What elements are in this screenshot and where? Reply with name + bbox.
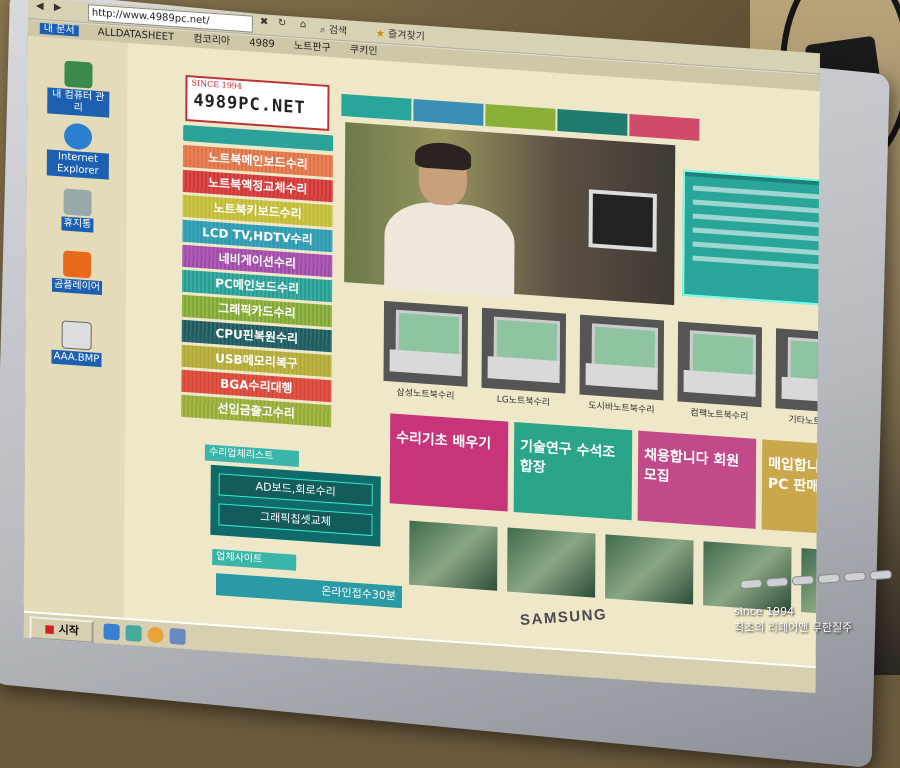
notice-line[interactable] [692, 199, 820, 214]
service-menu: 노트북메인보드수리 노트북액정교체수리 노트북키보드수리 LCD TV,HDTV… [181, 124, 334, 430]
tab[interactable] [557, 109, 628, 136]
windows-logo-icon: ■ [44, 622, 55, 636]
tab[interactable] [485, 103, 556, 131]
person-figure [384, 141, 515, 298]
sub-heading: 업체사이트 [212, 548, 297, 571]
website-page: SINCE 1994 4989PC.NET 노트북메인보드수리 노트북액정교체수… [123, 42, 820, 667]
desktop-icon-trash[interactable]: 휴지통 [46, 187, 108, 233]
desktop-icon-my-computer[interactable]: 내 컴퓨터 관리 [47, 59, 110, 118]
back-icon[interactable]: ◀ [36, 1, 44, 13]
notice-line[interactable] [692, 241, 820, 256]
quicklaunch-desktop-icon[interactable] [125, 624, 142, 642]
tab[interactable] [629, 114, 700, 141]
hero-photo [344, 122, 676, 306]
star-icon: ★ [375, 28, 385, 40]
sub-menu-box: AD보드,회로수리 그래픽칩셋교체 [210, 464, 381, 547]
promo-banners: 수리기초 배우기 기술연구 수석조합장 채용합니다 회원모집 매입합니다 중고P… [389, 413, 820, 538]
promo-banner[interactable]: 수리기초 배우기 [389, 413, 509, 512]
promo-banner[interactable]: 기술연구 수석조합장 [513, 421, 633, 521]
notice-line[interactable] [692, 185, 820, 200]
photo-caption: since 1994 최초의 리페어맨 무한질주 [734, 604, 852, 636]
desktop-icon-bmp[interactable]: AAA.BMP [45, 319, 107, 368]
internet-explorer-icon [63, 122, 93, 151]
search-button[interactable]: ⌕ 검색 [320, 20, 347, 37]
notice-header [685, 171, 820, 187]
pcb-photo[interactable] [605, 534, 694, 605]
trash-icon [63, 188, 92, 217]
laptop-thumb[interactable]: 도시바노트북수리 [579, 314, 665, 417]
monitor-button[interactable] [817, 573, 841, 584]
image-file-icon [61, 320, 92, 351]
tab[interactable] [341, 93, 412, 121]
monitor-in-photo [588, 189, 657, 252]
link-item[interactable]: 4989 [249, 37, 275, 50]
sub-menu-item[interactable]: AD보드,회로수리 [218, 473, 373, 507]
forward-icon[interactable]: ▶ [54, 2, 62, 14]
pcb-photo[interactable] [507, 527, 596, 598]
links-label[interactable]: 내 문서 [39, 22, 79, 37]
caption-line: 최초의 리페어맨 무한질주 [734, 621, 853, 634]
sub-menu-item[interactable]: 그래픽칩셋교체 [218, 503, 373, 537]
laptop-thumb[interactable]: 삼성노트북수리 [383, 300, 469, 403]
tab[interactable] [413, 98, 484, 126]
monitor-button[interactable] [791, 575, 815, 586]
monitor-button[interactable] [739, 578, 763, 590]
laptop-thumb[interactable]: 기타노트북수리 [775, 328, 820, 430]
online-button[interactable]: 온라인접수30분 [215, 573, 403, 609]
monitor-button[interactable] [843, 571, 867, 583]
stop-icon[interactable]: ✖ [260, 16, 268, 28]
desktop-icon-ie[interactable]: Internet Explorer [46, 121, 109, 180]
home-icon[interactable]: ⌂ [300, 19, 306, 30]
notice-line[interactable] [692, 213, 820, 228]
laptop-thumb[interactable]: 컴팩노트북수리 [677, 321, 763, 423]
link-item[interactable]: 쿠키인 [350, 45, 378, 58]
laptop-thumbnails: 삼성노트북수리 LG노트북수리 도시바노트북수리 컴팩노트북수리 기타노트북수리 [383, 300, 820, 430]
caption-line: since 1994 [734, 605, 795, 618]
promo-banner[interactable]: 매입합니다 중고PC 판매 [761, 439, 820, 538]
desktop-area: 내 컴퓨터 관리 Internet Explorer 휴지통 곰플레이어 AAA… [23, 35, 128, 618]
player-icon [63, 250, 92, 279]
quicklaunch-ie-icon[interactable] [103, 623, 120, 641]
notice-line[interactable] [692, 227, 820, 242]
desktop-icon-gom[interactable]: 곰플레이어 [46, 249, 108, 296]
pcb-photo[interactable] [703, 541, 792, 612]
link-item[interactable]: 컴코리아 [193, 34, 230, 48]
laptop-thumb[interactable]: LG노트북수리 [481, 307, 567, 410]
monitor-screen: ◀ ▶ http://www.4989pc.net/ ✖ ↻ ⌂ ⌕ 검색 ★ … [23, 0, 820, 694]
notice-board [682, 169, 820, 307]
quicklaunch-media-icon[interactable] [147, 626, 164, 644]
promo-banner[interactable]: 채용합니다 회원모집 [637, 430, 757, 529]
refresh-icon[interactable]: ↻ [278, 17, 286, 29]
link-item[interactable]: 노트판구 [294, 41, 331, 55]
sub-heading: 수리업체리스트 [204, 444, 299, 467]
favorites-button[interactable]: ★ 즐겨찾기 [376, 24, 425, 42]
notice-line[interactable] [692, 255, 820, 270]
monitor-button[interactable] [869, 569, 893, 581]
computer-icon [64, 60, 93, 89]
search-icon: ⌕ [319, 24, 326, 36]
site-logo[interactable]: SINCE 1994 4989PC.NET [185, 75, 330, 132]
pcb-photo[interactable] [409, 520, 498, 591]
monitor-button[interactable] [765, 576, 789, 588]
quicklaunch-app-icon[interactable] [169, 627, 186, 646]
